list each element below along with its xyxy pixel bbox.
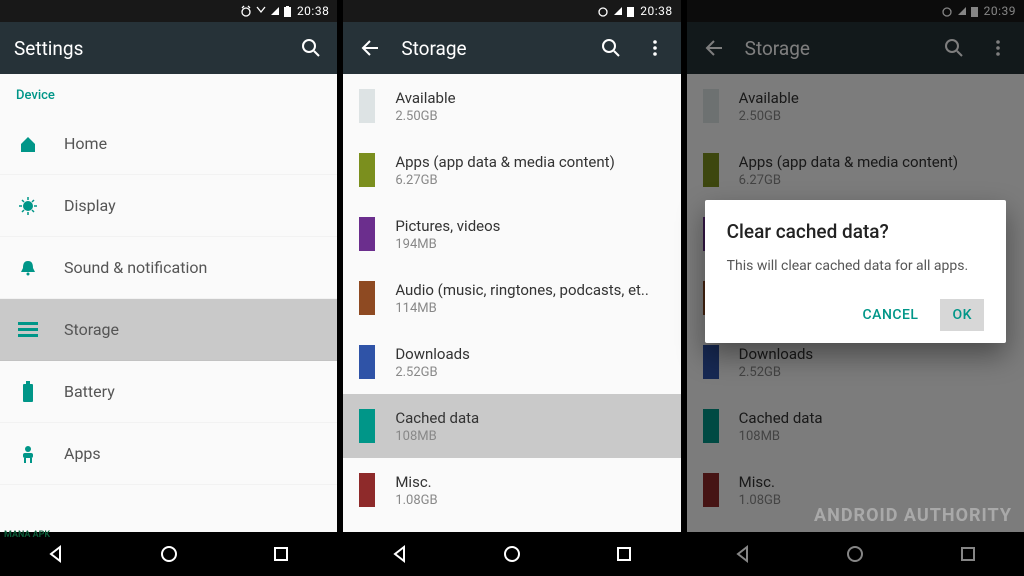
nav-home-icon[interactable] bbox=[159, 544, 179, 564]
storage-row-misc[interactable]: Misc. 1.08GB bbox=[343, 458, 680, 522]
settings-item-label: Storage bbox=[64, 320, 119, 339]
nav-bar bbox=[0, 532, 337, 576]
status-icons bbox=[597, 5, 634, 17]
settings-item-battery[interactable]: Battery bbox=[0, 361, 337, 423]
appbar-title: Settings bbox=[14, 37, 83, 60]
home-icon bbox=[14, 134, 42, 154]
signal-down-icon bbox=[256, 6, 266, 16]
row-label: Pictures, videos bbox=[395, 217, 500, 235]
swatch bbox=[359, 217, 375, 251]
storage-row-pictures[interactable]: Pictures, videos 194MB bbox=[343, 202, 680, 266]
signal-icon bbox=[270, 6, 280, 16]
alarm-icon bbox=[597, 5, 609, 17]
search-icon[interactable] bbox=[599, 36, 623, 60]
nav-back-icon[interactable] bbox=[390, 544, 410, 564]
row-label: Downloads bbox=[395, 345, 470, 363]
battery-icon bbox=[627, 6, 634, 17]
nav-back-icon[interactable] bbox=[46, 544, 66, 564]
row-sub: 114MB bbox=[395, 301, 649, 316]
settings-item-display[interactable]: Display bbox=[0, 175, 337, 237]
pane-settings: 20:38 Settings Device Home Display Sound… bbox=[0, 0, 337, 576]
back-icon[interactable] bbox=[357, 36, 381, 60]
swatch bbox=[359, 153, 375, 187]
row-sub: 6.27GB bbox=[395, 173, 614, 188]
status-bar: 20:38 bbox=[343, 0, 680, 22]
storage-row-available[interactable]: Available 2.50GB bbox=[343, 74, 680, 138]
settings-item-label: Home bbox=[64, 134, 107, 153]
settings-item-label: Battery bbox=[64, 382, 115, 401]
status-icons bbox=[240, 5, 291, 17]
swatch bbox=[359, 281, 375, 315]
apps-icon bbox=[14, 444, 42, 464]
swatch bbox=[359, 409, 375, 443]
swatch bbox=[359, 345, 375, 379]
settings-item-storage[interactable]: Storage bbox=[0, 299, 337, 361]
dialog-title: Clear cached data? bbox=[727, 220, 984, 243]
settings-item-label: Apps bbox=[64, 444, 101, 463]
nav-recent-icon[interactable] bbox=[271, 544, 291, 564]
row-label: Cached data bbox=[395, 409, 479, 427]
settings-item-home[interactable]: Home bbox=[0, 113, 337, 175]
settings-item-label: Sound & notification bbox=[64, 258, 207, 277]
battery-icon bbox=[14, 381, 42, 403]
overflow-icon[interactable] bbox=[643, 36, 667, 60]
cancel-button[interactable]: CANCEL bbox=[851, 299, 931, 331]
row-sub: 2.50GB bbox=[395, 109, 455, 124]
display-icon bbox=[14, 196, 42, 216]
swatch bbox=[359, 473, 375, 507]
bell-icon bbox=[14, 258, 42, 278]
settings-item-label: Display bbox=[64, 196, 116, 215]
settings-appbar: Settings bbox=[0, 22, 337, 74]
storage-appbar: Storage bbox=[343, 22, 680, 74]
dialog-body: This will clear cached data for all apps… bbox=[727, 257, 984, 277]
storage-row-cached[interactable]: Cached data 108MB bbox=[343, 394, 680, 458]
swatch bbox=[359, 89, 375, 123]
brand-watermark: ANDROID AUTHORITY bbox=[814, 505, 1012, 526]
status-time: 20:38 bbox=[640, 4, 672, 18]
settings-list: Device Home Display Sound & notification… bbox=[0, 74, 337, 532]
ok-button[interactable]: OK bbox=[940, 299, 984, 331]
row-sub: 108MB bbox=[395, 429, 479, 444]
clear-cache-dialog: Clear cached data? This will clear cache… bbox=[705, 200, 1006, 343]
storage-row-apps[interactable]: Apps (app data & media content) 6.27GB bbox=[343, 138, 680, 202]
status-time: 20:38 bbox=[297, 4, 329, 18]
signal-icon bbox=[613, 6, 623, 16]
pane-dialog: 20:39 Storage Available2.50GB Apps (app … bbox=[687, 0, 1024, 576]
row-sub: 1.08GB bbox=[395, 493, 437, 508]
storage-row-downloads[interactable]: Downloads 2.52GB bbox=[343, 330, 680, 394]
appbar-title: Storage bbox=[401, 37, 466, 60]
row-label: Available bbox=[395, 89, 455, 107]
row-label: Apps (app data & media content) bbox=[395, 153, 614, 171]
alarm-icon bbox=[240, 5, 252, 17]
battery-icon bbox=[284, 6, 291, 17]
settings-item-sound[interactable]: Sound & notification bbox=[0, 237, 337, 299]
search-icon[interactable] bbox=[299, 36, 323, 60]
row-sub: 194MB bbox=[395, 237, 500, 252]
nav-home-icon[interactable] bbox=[502, 544, 522, 564]
nav-bar bbox=[343, 532, 680, 576]
row-sub: 2.52GB bbox=[395, 365, 470, 380]
settings-item-apps[interactable]: Apps bbox=[0, 423, 337, 485]
row-label: Misc. bbox=[395, 473, 437, 491]
row-label: Audio (music, ringtones, podcasts, et.. bbox=[395, 281, 649, 299]
storage-row-audio[interactable]: Audio (music, ringtones, podcasts, et.. 1… bbox=[343, 266, 680, 330]
section-header-device: Device bbox=[0, 74, 337, 113]
pane-storage: 20:38 Storage Available 2.50GB Apps (app … bbox=[343, 0, 680, 576]
storage-list: Available 2.50GB Apps (app data & media c… bbox=[343, 74, 680, 532]
storage-icon bbox=[14, 321, 42, 339]
status-bar: 20:38 bbox=[0, 0, 337, 22]
nav-recent-icon[interactable] bbox=[614, 544, 634, 564]
